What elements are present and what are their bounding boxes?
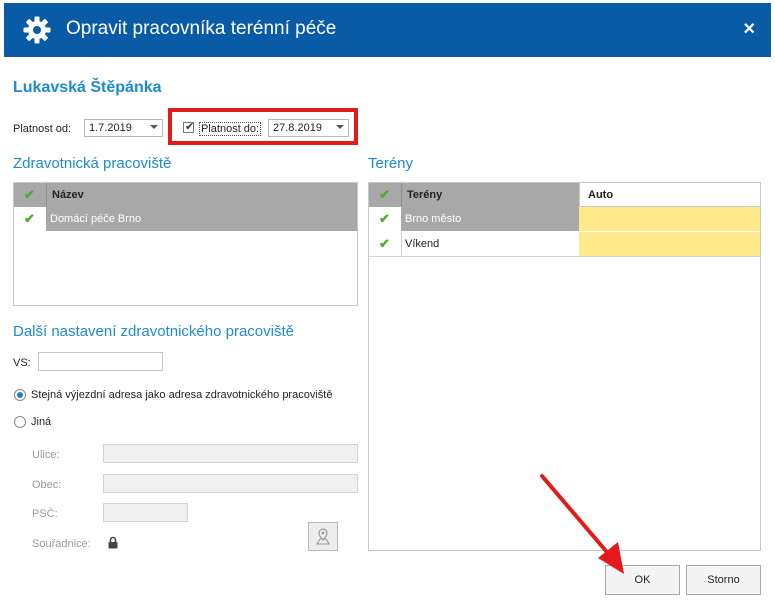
annotation-arrow-icon [540,474,624,574]
workplaces-grid[interactable]: ✔ Název ✔ Domácí péče Brno [13,182,358,306]
check-icon[interactable]: ✔ [379,211,390,227]
valid-from-value: 1.7.2019 [89,122,132,134]
column-terrains-header[interactable]: Terény [407,189,442,201]
map-pin-button[interactable] [308,522,338,551]
settings-title: Další nastavení zdravotnického pracovišt… [13,323,294,340]
valid-from-combo[interactable]: 1.7.2019 [84,119,163,137]
checkmark-icon: ✔ [185,121,195,133]
valid-from-label: Platnost od: [13,123,72,135]
dialog-title-bar: Opravit pracovníka terénní péče × [4,3,771,57]
vs-label: VS: [13,357,31,369]
terrains-title: Terény [368,155,414,172]
coords-label: Souřadnice: [32,538,91,550]
workplace-name: Domácí péče Brno [50,213,142,225]
zip-label: PSČ: [32,508,58,520]
valid-to-checkbox[interactable]: ✔ [183,121,195,133]
auto-header-label: Auto [588,189,614,201]
auto-cell[interactable] [579,207,760,231]
dialog-title: Opravit pracovníka terénní péče [66,18,337,39]
employee-name: Lukavská Štěpánka [13,79,162,96]
city-label: Obec: [32,479,62,491]
radio-same-address[interactable] [14,389,26,401]
chevron-down-icon[interactable] [336,125,344,129]
close-icon[interactable]: × [743,18,755,41]
cancel-button[interactable]: Storno [686,565,761,595]
terrain-name: Víkend [405,238,440,250]
table-row[interactable]: ✔ Brno město [369,207,760,231]
valid-to-combo[interactable]: 27.8.2019 [268,119,349,137]
workplaces-title: Zdravotnická pracoviště [13,155,172,172]
radio-other-address[interactable] [14,416,26,428]
gear-icon [23,16,51,44]
valid-to-label[interactable]: Platnost do: [199,122,262,136]
valid-to-value: 27.8.2019 [273,122,322,134]
workplaces-header: ✔ Název [14,183,357,207]
check-icon[interactable]: ✔ [379,236,390,252]
map-pin-icon [316,528,330,545]
zip-field[interactable] [103,503,188,522]
radio-other-address-label[interactable]: Jiná [31,416,51,428]
radio-same-address-label[interactable]: Stejná výjezdní adresa jako adresa zdrav… [31,389,332,401]
street-label: Ulice: [32,449,60,461]
terrain-name: Brno město [405,213,462,225]
lock-icon [108,536,118,549]
auto-cell[interactable] [579,232,760,256]
terrains-header: ✔ Terény [369,183,579,207]
auto-column-header[interactable]: Auto [579,183,760,207]
table-row[interactable]: ✔ Domácí péče Brno [14,207,357,231]
city-field[interactable] [103,474,358,493]
street-field[interactable] [103,444,358,463]
column-name-header[interactable]: Název [52,189,84,201]
vs-input[interactable] [38,352,163,371]
table-row[interactable]: ✔ Víkend [369,232,760,257]
chevron-down-icon[interactable] [150,125,158,129]
check-all-icon[interactable]: ✔ [379,187,390,203]
check-icon[interactable]: ✔ [24,211,35,227]
check-all-icon[interactable]: ✔ [24,187,35,203]
